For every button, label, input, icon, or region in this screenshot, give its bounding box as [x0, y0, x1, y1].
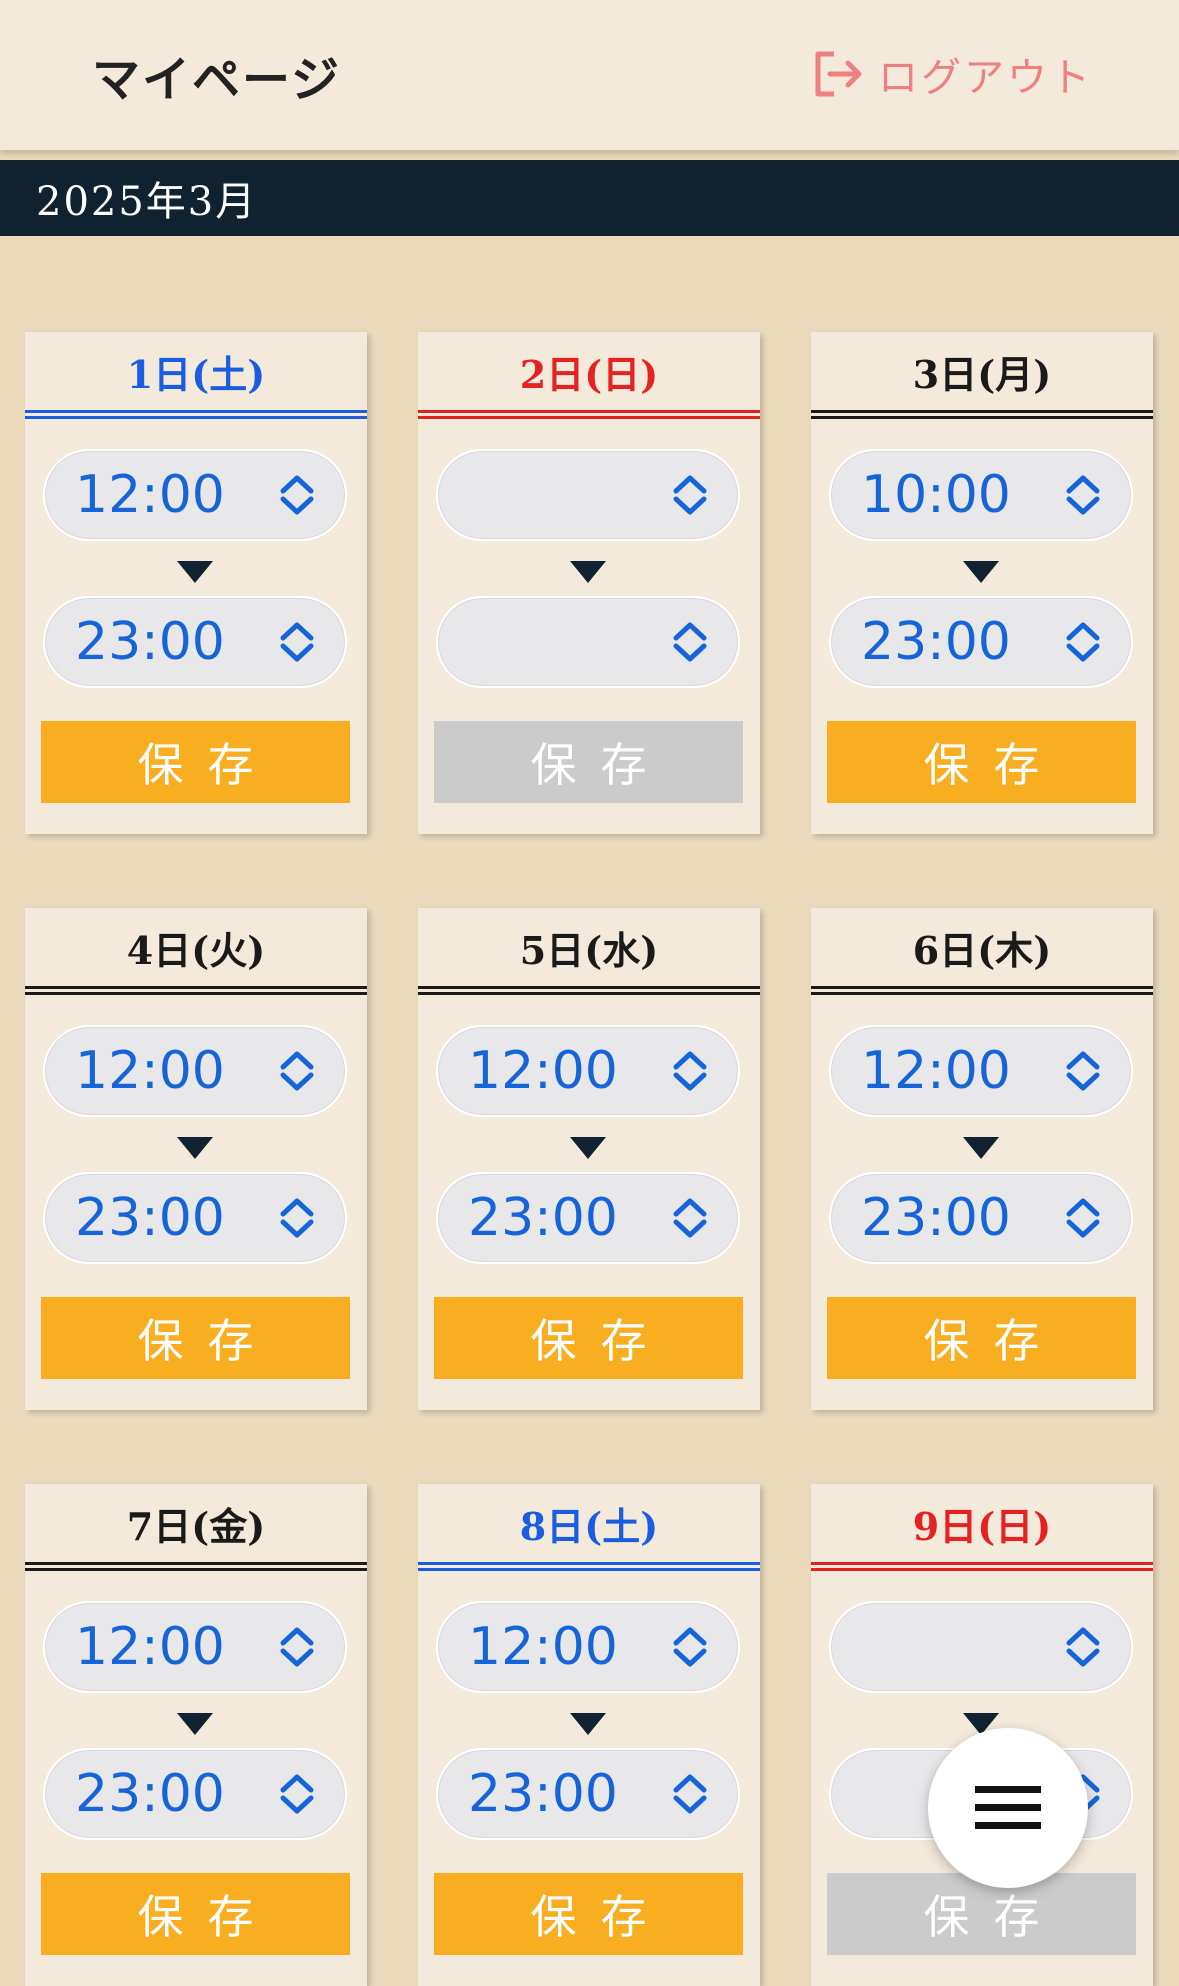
day-card: 6日(木) 12:00 23:00 保存	[811, 908, 1153, 1410]
page-title: マイページ	[92, 52, 342, 108]
day-card: 2日(日) 保存	[418, 332, 760, 834]
start-time-select[interactable]: 12:00	[43, 449, 347, 541]
day-divider	[418, 1562, 760, 1571]
day-label: 2日(日)	[519, 351, 659, 397]
select-chevron-icon	[1063, 620, 1103, 668]
save-button[interactable]: 保存	[41, 721, 350, 803]
end-time-select[interactable]: 23:00	[829, 596, 1133, 688]
start-time-value: 10:00	[861, 465, 1011, 525]
day-label: 4日(火)	[126, 927, 266, 973]
select-chevron-icon	[670, 1049, 710, 1097]
down-arrow-icon	[177, 1713, 213, 1735]
day-card: 3日(月) 10:00 23:00 保存	[811, 332, 1153, 834]
save-button[interactable]: 保存	[41, 1873, 350, 1955]
day-card: 5日(水) 12:00 23:00 保存	[418, 908, 760, 1410]
select-chevron-icon	[277, 1049, 317, 1097]
start-time-select[interactable]: 12:00	[436, 1025, 740, 1117]
start-time-value: 12:00	[468, 1041, 618, 1101]
select-chevron-icon	[277, 1196, 317, 1244]
logout-label: ログアウト	[878, 55, 1093, 101]
start-time-select[interactable]: 10:00	[829, 449, 1133, 541]
start-time-value: 12:00	[75, 1041, 225, 1101]
end-time-value: 23:00	[75, 1764, 225, 1824]
hamburger-menu-icon	[975, 1786, 1041, 1829]
save-button[interactable]: 保存	[434, 1873, 743, 1955]
start-time-value: 12:00	[468, 1617, 618, 1677]
day-label: 8日(土)	[519, 1503, 659, 1549]
day-divider	[25, 986, 367, 995]
day-divider	[418, 410, 760, 419]
logout-icon	[815, 51, 862, 97]
select-chevron-icon	[277, 1772, 317, 1820]
day-divider	[25, 1562, 367, 1571]
day-card: 1日(土) 12:00 23:00 保存	[25, 332, 367, 834]
day-divider	[418, 986, 760, 995]
down-arrow-icon	[570, 1713, 606, 1735]
select-chevron-icon	[277, 620, 317, 668]
day-label: 5日(水)	[519, 927, 659, 973]
day-label: 7日(金)	[126, 1503, 266, 1549]
save-button[interactable]: 保存	[827, 721, 1136, 803]
select-chevron-icon	[1063, 473, 1103, 521]
save-button[interactable]: 保存	[41, 1297, 350, 1379]
menu-button[interactable]	[928, 1728, 1088, 1888]
down-arrow-icon	[963, 561, 999, 583]
end-time-value: 23:00	[468, 1764, 618, 1824]
day-card: 7日(金) 12:00 23:00 保存	[25, 1484, 367, 1986]
end-time-value: 23:00	[75, 612, 225, 672]
logout-button[interactable]: ログアウト	[812, 48, 1093, 101]
end-time-select[interactable]: 23:00	[436, 1172, 740, 1264]
end-time-value: 23:00	[75, 1188, 225, 1248]
day-divider	[25, 410, 367, 419]
end-time-select[interactable]: 23:00	[43, 1172, 347, 1264]
save-button[interactable]: 保存	[827, 1297, 1136, 1379]
start-time-select[interactable]	[436, 449, 740, 541]
end-time-value: 23:00	[468, 1188, 618, 1248]
end-time-value: 23:00	[861, 1188, 1011, 1248]
select-chevron-icon	[670, 1625, 710, 1673]
save-button[interactable]: 保存	[434, 721, 743, 803]
day-divider	[811, 410, 1153, 419]
day-card: 8日(土) 12:00 23:00 保存	[418, 1484, 760, 1986]
select-chevron-icon	[277, 1625, 317, 1673]
day-card: 4日(火) 12:00 23:00 保存	[25, 908, 367, 1410]
select-chevron-icon	[670, 1196, 710, 1244]
save-button[interactable]: 保存	[434, 1297, 743, 1379]
end-time-select[interactable]	[436, 596, 740, 688]
select-chevron-icon	[277, 473, 317, 521]
down-arrow-icon	[177, 1137, 213, 1159]
start-time-select[interactable]: 12:00	[829, 1025, 1133, 1117]
end-time-select[interactable]: 23:00	[829, 1172, 1133, 1264]
day-label: 6日(木)	[912, 927, 1052, 973]
select-chevron-icon	[1063, 1049, 1103, 1097]
end-time-select[interactable]: 23:00	[436, 1748, 740, 1840]
start-time-value: 12:00	[75, 465, 225, 525]
select-chevron-icon	[1063, 1625, 1103, 1673]
select-chevron-icon	[670, 1772, 710, 1820]
select-chevron-icon	[670, 473, 710, 521]
day-divider	[811, 986, 1153, 995]
day-divider	[811, 1562, 1153, 1571]
end-time-value: 23:00	[861, 612, 1011, 672]
day-label: 3日(月)	[912, 351, 1052, 397]
down-arrow-icon	[570, 1137, 606, 1159]
down-arrow-icon	[570, 561, 606, 583]
down-arrow-icon	[177, 561, 213, 583]
select-chevron-icon	[670, 620, 710, 668]
app-header: マイページ ログアウト	[0, 0, 1179, 150]
start-time-select[interactable]: 12:00	[436, 1601, 740, 1693]
start-time-select[interactable]: 12:00	[43, 1601, 347, 1693]
end-time-select[interactable]: 23:00	[43, 596, 347, 688]
down-arrow-icon	[963, 1137, 999, 1159]
start-time-value: 12:00	[861, 1041, 1011, 1101]
day-label: 9日(日)	[912, 1503, 1052, 1549]
start-time-select[interactable]	[829, 1601, 1133, 1693]
day-label: 1日(土)	[126, 351, 266, 397]
start-time-value: 12:00	[75, 1617, 225, 1677]
start-time-select[interactable]: 12:00	[43, 1025, 347, 1117]
save-button[interactable]: 保存	[827, 1873, 1136, 1955]
select-chevron-icon	[1063, 1196, 1103, 1244]
end-time-select[interactable]: 23:00	[43, 1748, 347, 1840]
month-heading: 2025年3月	[0, 160, 1179, 236]
